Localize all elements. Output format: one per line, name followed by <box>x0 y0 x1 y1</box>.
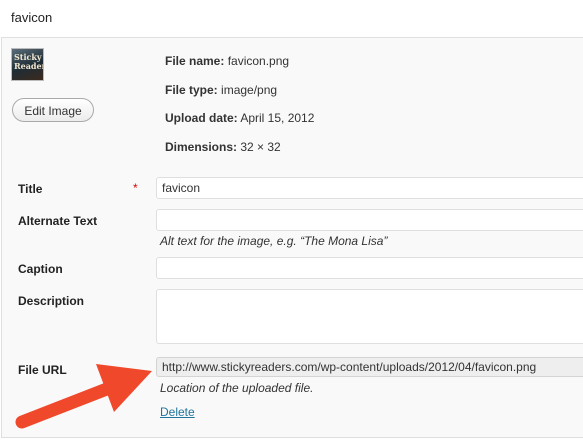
annotation-arrow-icon <box>15 364 152 429</box>
